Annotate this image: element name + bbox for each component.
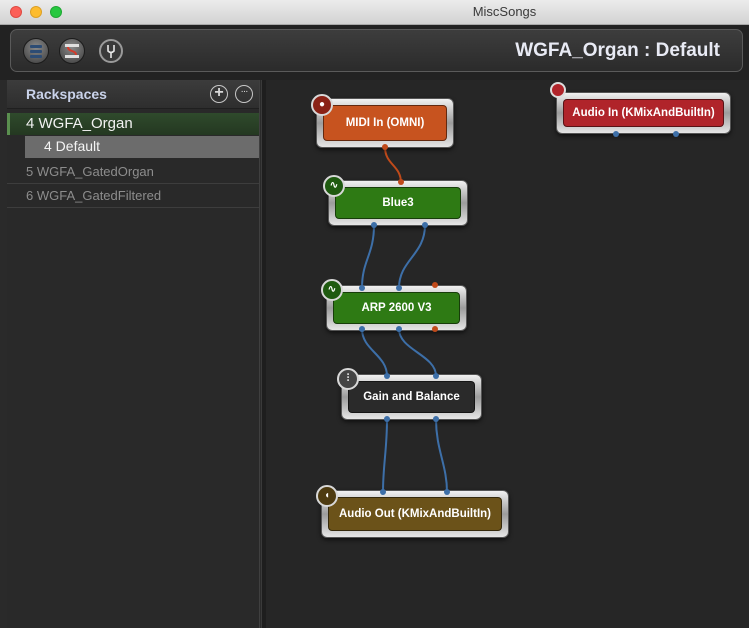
variation-item-active[interactable]: 4 Default [25, 136, 259, 158]
add-rackspace-button[interactable]: + [210, 85, 228, 103]
audio-output-port[interactable] [433, 416, 439, 422]
plugin-block-gain-balance[interactable]: Gain and Balance [341, 374, 482, 420]
window-titlebar: MiscSongs [0, 0, 749, 25]
connections-layer [361, 146, 448, 493]
rackspaces-sidebar: Rackspaces + ··· 4 WGFA_Organ 4 Default … [7, 80, 260, 628]
variation-label: 4 Default [44, 138, 101, 154]
rackspace-label: 4 WGFA_Organ [26, 115, 133, 132]
rackspace-item[interactable]: 5 WGFA_GatedOrgan [7, 160, 259, 184]
audio-output-port[interactable] [422, 222, 428, 228]
plugin-label: ARP 2600 V3 [333, 292, 460, 324]
midi-input-port[interactable] [432, 282, 438, 288]
rackspace-label: 6 WGFA_GatedFiltered [26, 188, 162, 203]
wiring-canvas[interactable]: MIDI In (OMNI) ● Audio In (KMixAndBuiltI… [266, 80, 749, 628]
plugin-label: Blue3 [335, 187, 461, 219]
tuning-fork-icon [107, 45, 115, 58]
plugin-label: Audio Out (KMixAndBuiltIn) [328, 497, 502, 531]
plugin-block-audio-in[interactable]: Audio In (KMixAndBuiltIn) [556, 92, 731, 134]
audio-output-port[interactable] [396, 326, 402, 332]
audio-connection-wire [361, 224, 375, 289]
rackspace-label: 5 WGFA_GatedOrgan [26, 164, 154, 179]
tuner-button[interactable] [99, 39, 123, 63]
rack-icon-bar [30, 55, 42, 58]
midi-connection-wire [384, 146, 402, 184]
speaker-icon: ◖ [316, 485, 338, 507]
audio-input-port[interactable] [444, 489, 450, 495]
rackspace-item[interactable]: 6 WGFA_GatedFiltered [7, 184, 259, 208]
audio-input-port[interactable] [433, 373, 439, 379]
mixer-faders-icon: ⫶ [337, 368, 359, 390]
audio-connection-wire [435, 418, 448, 493]
sidebar-header: Rackspaces + ··· [7, 80, 259, 109]
rackspace-view-button[interactable] [23, 38, 49, 64]
audio-connection-wire [382, 418, 388, 493]
audio-output-port[interactable] [384, 416, 390, 422]
midi-din-icon: ● [311, 94, 333, 116]
plugin-label: MIDI In (OMNI) [323, 105, 447, 141]
audio-input-port[interactable] [396, 285, 402, 291]
plugin-label: Audio In (KMixAndBuiltIn) [563, 99, 724, 127]
rackspace-title: WGFA_Organ : Default [515, 40, 720, 61]
audio-connection-wire [398, 224, 426, 289]
rackspace-item-active[interactable]: 4 WGFA_Organ [7, 113, 259, 135]
rack-icon [30, 45, 42, 48]
audio-output-port[interactable] [613, 131, 619, 137]
window-title: MiscSongs [472, 4, 537, 19]
plugin-block-audio-out[interactable]: Audio Out (KMixAndBuiltIn) [321, 490, 509, 538]
audio-output-port[interactable] [359, 326, 365, 332]
waveform-icon: ∿ [323, 175, 345, 197]
midi-output-port[interactable] [432, 326, 438, 332]
plugin-block-arp-2600[interactable]: ARP 2600 V3 [326, 285, 467, 331]
audio-output-port[interactable] [673, 131, 679, 137]
audio-input-port[interactable] [359, 285, 365, 291]
rack-icon-bar [30, 50, 42, 53]
midi-input-port[interactable] [398, 179, 404, 185]
waveform-icon: ∿ [321, 279, 343, 301]
audio-connection-wire [398, 328, 437, 377]
audio-connection-wire [361, 328, 388, 377]
audio-output-port[interactable] [371, 222, 377, 228]
audio-input-port[interactable] [384, 373, 390, 379]
wiring-icon [65, 44, 79, 58]
plugin-label: Gain and Balance [348, 381, 475, 413]
audio-input-port[interactable] [380, 489, 386, 495]
wiring-view-button[interactable] [59, 38, 85, 64]
plugin-block-midi-in[interactable]: MIDI In (OMNI) [316, 98, 454, 148]
plugin-block-blue3[interactable]: Blue3 [328, 180, 468, 226]
midi-output-port[interactable] [382, 144, 388, 150]
more-options-button[interactable]: ··· [235, 85, 253, 103]
sidebar-title: Rackspaces [26, 86, 107, 102]
audio-input-icon [550, 82, 566, 98]
